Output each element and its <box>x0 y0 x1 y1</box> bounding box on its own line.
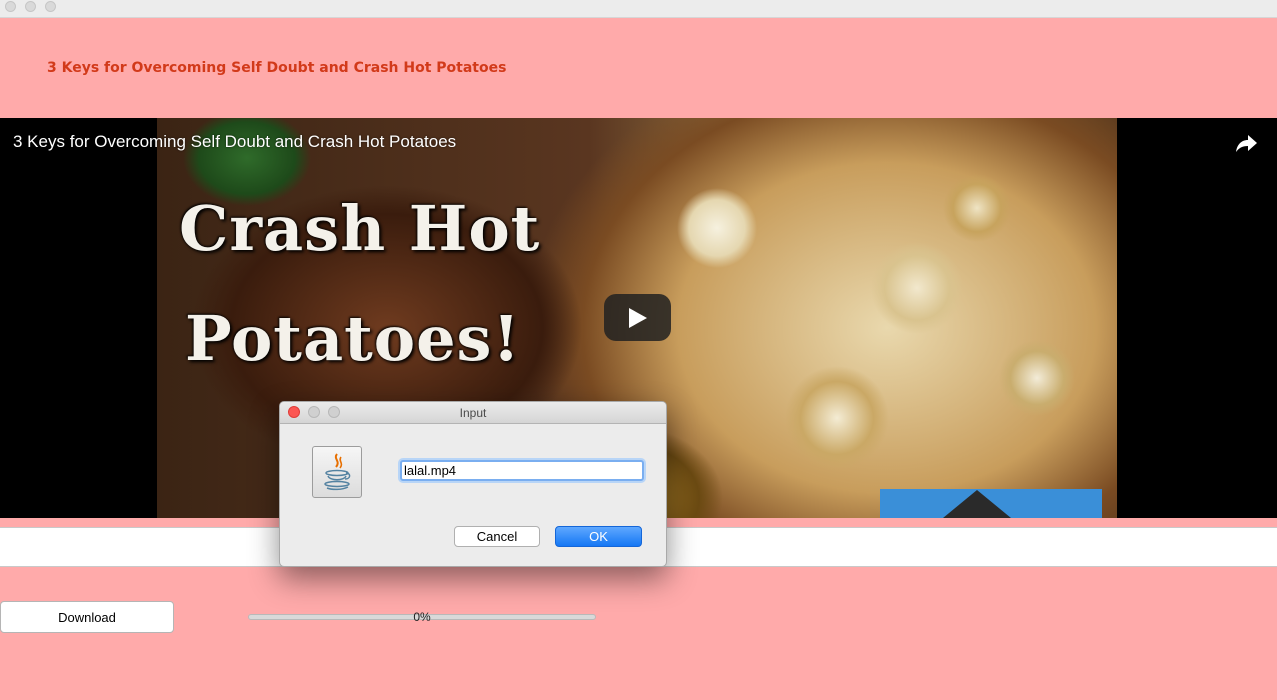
cancel-button[interactable]: Cancel <box>454 526 540 547</box>
input-dialog: Input Cancel OK <box>279 401 667 567</box>
thumbnail-corner-triangle <box>943 490 1011 518</box>
play-icon <box>629 308 647 328</box>
play-button[interactable] <box>604 294 671 341</box>
thumbnail-text-line1: Crash Hot <box>179 192 541 265</box>
page-title: 3 Keys for Overcoming Self Doubt and Cra… <box>47 60 507 76</box>
window-titlebar <box>0 0 1277 18</box>
video-title[interactable]: 3 Keys for Overcoming Self Doubt and Cra… <box>13 132 456 152</box>
window-zoom-button[interactable] <box>45 1 56 12</box>
window-close-button[interactable] <box>5 1 16 12</box>
window-minimize-button[interactable] <box>25 1 36 12</box>
dialog-titlebar[interactable]: Input <box>280 402 666 424</box>
app-header: 3 Keys for Overcoming Self Doubt and Cra… <box>0 18 1277 118</box>
thumbnail-text-line2: Potatoes! <box>185 302 521 375</box>
progress-label: 0% <box>413 610 431 624</box>
ok-button[interactable]: OK <box>555 526 642 547</box>
filename-input[interactable] <box>400 460 644 481</box>
download-button[interactable]: Download <box>0 601 174 633</box>
java-icon <box>312 446 362 498</box>
dialog-title: Input <box>459 406 487 420</box>
share-icon[interactable] <box>1234 130 1260 156</box>
